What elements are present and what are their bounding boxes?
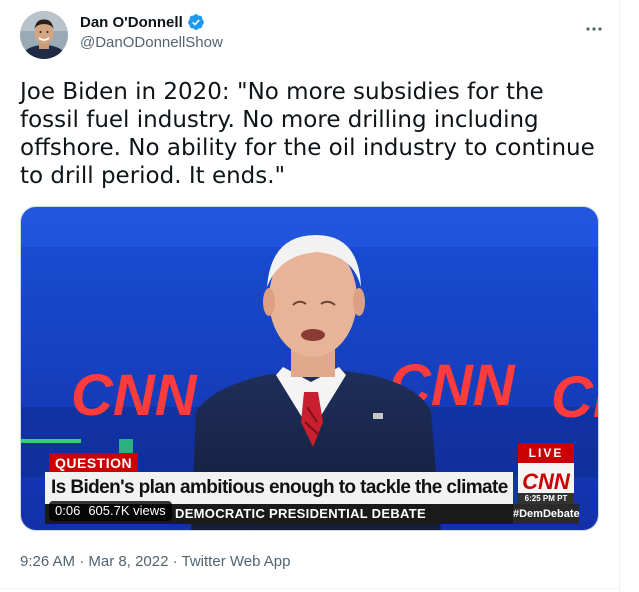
display-name[interactable]: Dan O'Donnell <box>80 14 183 31</box>
avatar[interactable] <box>20 11 68 59</box>
tweet-meta: 9:26 AM · Mar 8, 2022 · Twitter Web App <box>20 553 290 570</box>
more-options-button[interactable] <box>577 12 611 46</box>
lower-third-overlay: QUESTION Is Biden's plan ambitious enoug… <box>21 207 598 530</box>
question-tag: QUESTION <box>49 453 139 473</box>
meta-separator-1: · <box>79 553 85 570</box>
tweet-text: Joe Biden in 2020: "No more subsidies fo… <box>20 79 595 189</box>
hashtag-banner: #DemDebate <box>513 504 580 524</box>
question-banner: Is Biden's plan ambitious enough to tack… <box>45 472 513 504</box>
profile-photo-icon <box>20 11 68 59</box>
video-time: 0:06 <box>55 503 81 518</box>
tweet-date-link[interactable]: Mar 8, 2022 <box>88 553 168 570</box>
network-logo: CNN <box>522 469 570 494</box>
author-block: Dan O'Donnell @DanODonnellShow <box>80 12 223 52</box>
tweet-time-link[interactable]: 9:26 AM <box>20 553 75 570</box>
video-player[interactable]: CNN CNN CN QUESTION Is Biden's plan ambi… <box>20 206 599 531</box>
more-options-icon <box>586 27 602 31</box>
right-border <box>619 0 620 592</box>
meta-separator-2: · <box>172 553 178 570</box>
bottom-divider <box>0 588 620 589</box>
live-indicator: LIVE <box>518 443 574 463</box>
view-count: 605.7K views <box>88 503 166 518</box>
tweet-source-link[interactable]: Twitter Web App <box>182 553 291 570</box>
video-info-badge: 0:06 605.7K views <box>49 501 172 521</box>
handle[interactable]: @DanODonnellShow <box>80 34 223 51</box>
verified-badge-icon <box>187 13 205 31</box>
tweet-card: Dan O'Donnell @DanODonnellShow Joe Biden… <box>0 0 620 592</box>
name-row: Dan O'Donnell <box>80 12 223 32</box>
